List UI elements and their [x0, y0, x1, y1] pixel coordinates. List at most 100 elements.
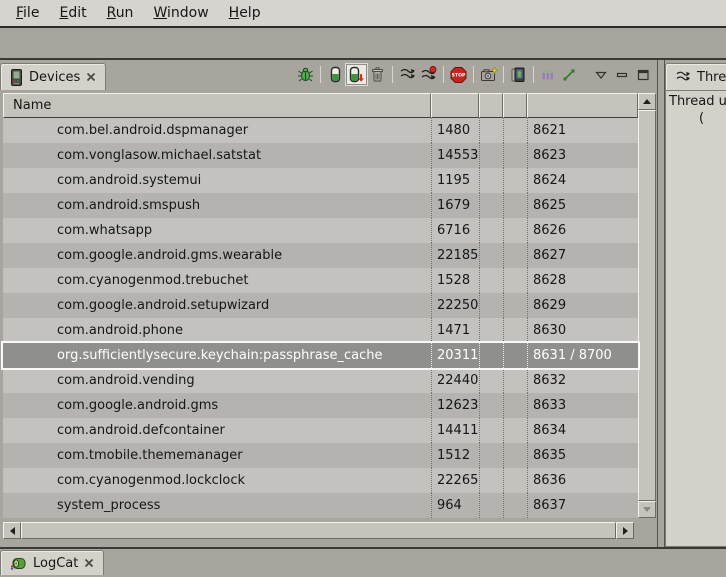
screen-capture-icon[interactable]	[478, 64, 499, 85]
scroll-down-button[interactable]	[638, 501, 656, 518]
update-heap-icon[interactable]	[325, 64, 346, 85]
cell-c2	[503, 393, 527, 418]
dump-hprof-icon[interactable]	[346, 64, 367, 85]
tab-threads-label: Threads	[697, 70, 726, 85]
cell-c2	[503, 418, 527, 443]
table-row[interactable]: com.bel.android.dspmanager14808621	[3, 118, 638, 143]
cell-pid: 14411	[431, 418, 479, 443]
tab-devices[interactable]: Devices	[0, 63, 106, 90]
table-row[interactable]: com.google.android.setupwizard22250 8629	[3, 293, 638, 318]
cause-gc-icon[interactable]	[367, 64, 388, 85]
column-header-c2[interactable]	[503, 93, 527, 118]
cell-c2	[503, 343, 527, 368]
stop-process-icon[interactable]: STOP	[448, 64, 469, 85]
cell-c2	[503, 293, 527, 318]
cell-c1	[479, 393, 503, 418]
column-header-pid[interactable]	[431, 93, 479, 118]
device-table-rows: com.bel.android.dspmanager14808621com.vo…	[3, 118, 638, 518]
column-header-name[interactable]: Name	[3, 93, 431, 118]
table-row[interactable]: com.android.phone14718630	[3, 318, 638, 343]
cell-pid: 22265	[431, 468, 479, 493]
threads-view: Threads Thread up (	[665, 60, 726, 547]
devices-toolbar: STOP	[295, 64, 657, 90]
start-method-profiling-icon[interactable]	[418, 64, 439, 85]
cell-pid: 1512	[431, 443, 479, 468]
table-row[interactable]: com.cyanogenmod.trebuchet15288628	[3, 268, 638, 293]
cell-name: com.google.android.setupwizard	[3, 293, 431, 318]
cell-name: com.tmobile.thememanager	[3, 443, 431, 468]
table-row[interactable]: system_process9648637	[3, 493, 638, 518]
close-icon[interactable]	[84, 558, 94, 568]
cell-port: 8627	[527, 243, 638, 268]
cell-name: com.android.vending	[3, 368, 431, 393]
menu-window[interactable]: Window	[143, 2, 218, 24]
menu-bar: File Edit Run Window Help	[0, 0, 726, 28]
cell-port: 8630	[527, 318, 638, 343]
table-row[interactable]: org.sufficientlysecure.keychain:passphra…	[3, 343, 638, 368]
devices-tabbar: Devices	[0, 60, 657, 90]
cell-name: com.android.systemui	[3, 168, 431, 193]
threads-message: Thread up (	[665, 90, 726, 547]
view-menu-icon[interactable]	[590, 64, 611, 85]
cell-pid: 22250	[431, 293, 479, 318]
cell-c2	[503, 368, 527, 393]
cell-c2	[503, 118, 527, 143]
threads-message-line2: (	[669, 110, 726, 127]
cell-c1	[479, 193, 503, 218]
cell-port: 8629	[527, 293, 638, 318]
horizontal-scroll-thumb[interactable]	[21, 522, 616, 539]
table-row[interactable]: com.google.android.gms.wearable221858627	[3, 243, 638, 268]
menu-edit[interactable]: Edit	[49, 2, 96, 24]
scroll-left-button[interactable]	[3, 522, 21, 539]
pane-divider[interactable]	[658, 60, 665, 547]
table-row[interactable]: com.android.defcontainer144118634	[3, 418, 638, 443]
systrace-icon[interactable]	[538, 64, 559, 85]
update-threads-icon[interactable]	[397, 64, 418, 85]
horizontal-scrollbar[interactable]	[3, 522, 634, 539]
table-row[interactable]: com.google.android.gms126238633	[3, 393, 638, 418]
main-toolbar	[0, 28, 726, 60]
opengl-trace-icon[interactable]	[559, 64, 580, 85]
cell-pid: 1480	[431, 118, 479, 143]
table-row[interactable]: com.android.systemui11958624	[3, 168, 638, 193]
close-icon[interactable]	[86, 72, 96, 82]
toolbar-separator	[533, 66, 534, 83]
tab-threads[interactable]: Threads	[665, 63, 726, 90]
minimize-icon[interactable]	[611, 64, 632, 85]
cell-name: system_process	[3, 493, 431, 518]
svg-text:STOP: STOP	[452, 73, 466, 79]
cell-name: com.google.android.gms	[3, 393, 431, 418]
menu-file[interactable]: File	[6, 2, 49, 24]
cell-port: 8637	[527, 493, 638, 518]
column-header-c1[interactable]	[479, 93, 503, 118]
table-row[interactable]: com.android.smspush16798625	[3, 193, 638, 218]
cell-name: com.cyanogenmod.trebuchet	[3, 268, 431, 293]
cell-port: 8623	[527, 143, 638, 168]
cell-port: 8636	[527, 468, 638, 493]
column-header-port[interactable]	[527, 93, 638, 118]
menu-run[interactable]: Run	[97, 2, 144, 24]
multi-device-capture-icon[interactable]	[508, 64, 529, 85]
toolbar-separator	[443, 66, 444, 83]
menu-help[interactable]: Help	[219, 2, 271, 24]
cell-port: 8621	[527, 118, 638, 143]
debug-icon[interactable]	[295, 64, 316, 85]
cell-c1	[479, 368, 503, 393]
cell-port: 8632	[527, 368, 638, 393]
tab-devices-label: Devices	[29, 70, 80, 85]
vertical-scrollbar[interactable]	[638, 93, 656, 518]
maximize-icon[interactable]	[632, 64, 653, 85]
scroll-up-button[interactable]	[638, 93, 656, 110]
tab-logcat[interactable]: LogCat	[0, 550, 104, 575]
cell-port: 8625	[527, 193, 638, 218]
table-row[interactable]: com.tmobile.thememanager15128635	[3, 443, 638, 468]
table-row[interactable]: com.vonglasow.michael.satstat145538623	[3, 143, 638, 168]
scroll-right-button[interactable]	[616, 522, 634, 539]
cell-c1	[479, 343, 503, 368]
vertical-scroll-thumb[interactable]	[638, 110, 656, 501]
table-row[interactable]: com.cyanogenmod.lockclock222658636	[3, 468, 638, 493]
cell-pid: 14553	[431, 143, 479, 168]
toolbar-separator	[320, 66, 321, 83]
table-row[interactable]: com.whatsapp67168626	[3, 218, 638, 243]
table-row[interactable]: com.android.vending224408632	[3, 368, 638, 393]
